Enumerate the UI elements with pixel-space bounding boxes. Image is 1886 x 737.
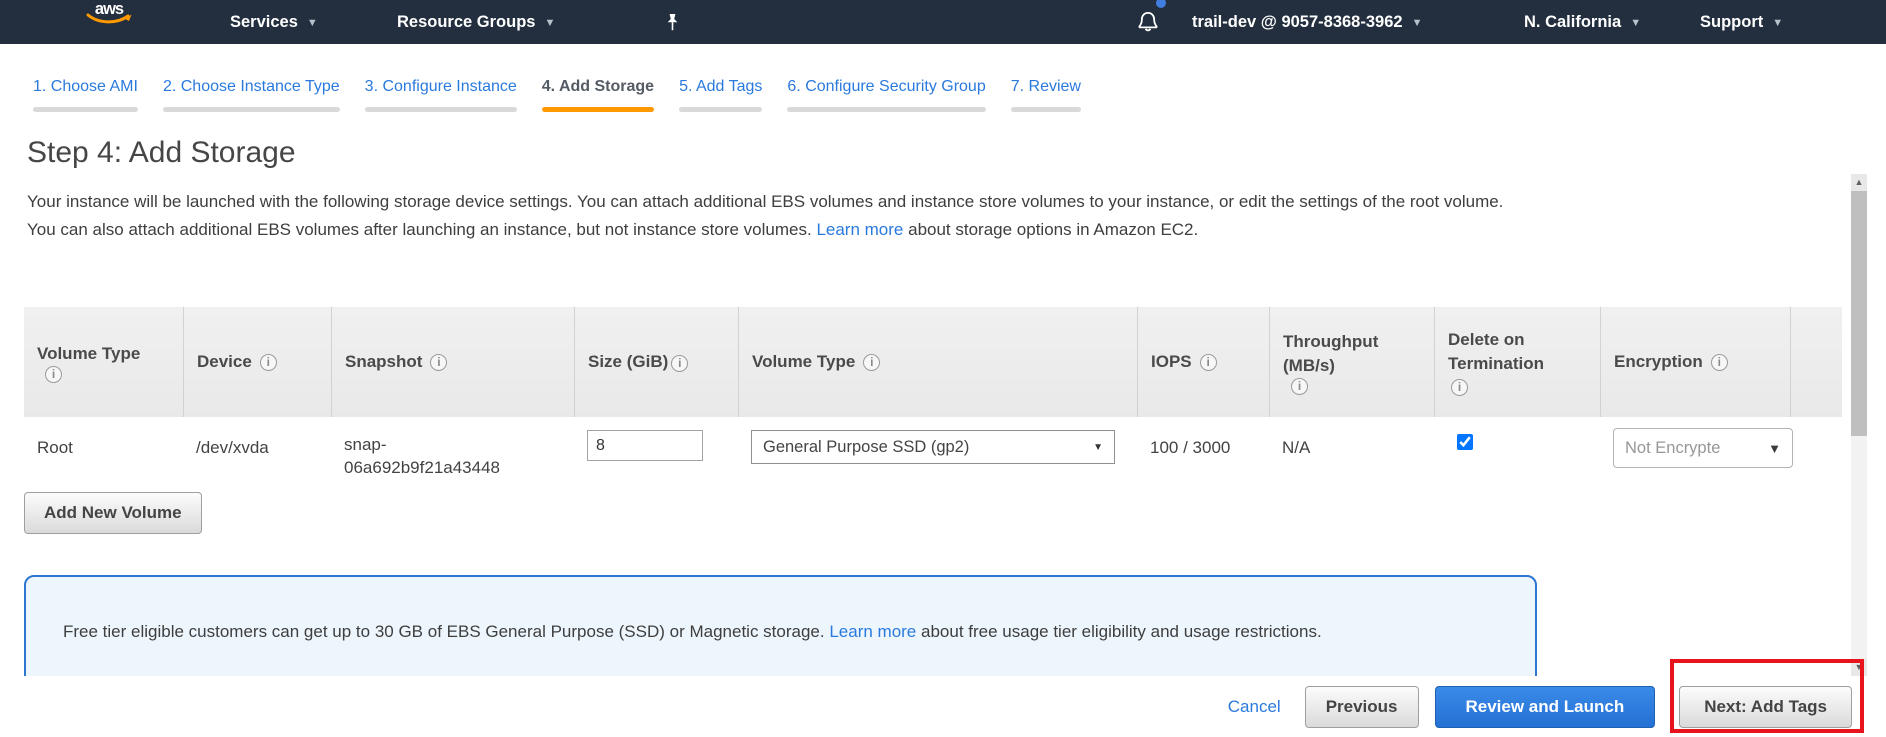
tab-underline xyxy=(787,107,985,112)
select-caret-icon: ▼ xyxy=(1768,441,1781,456)
wizard-footer: Cancel Previous Review and Launch Next: … xyxy=(0,676,1886,737)
add-new-volume-button[interactable]: Add New Volume xyxy=(24,492,202,534)
top-navbar: aws Services ▼ Resource Groups ▼ trail-d… xyxy=(0,0,1886,44)
free-tier-text: Free tier eligible customers can get up … xyxy=(63,622,825,641)
free-tier-text: about free usage tier eligibility and us… xyxy=(921,622,1322,641)
page-description: Your instance will be launched with the … xyxy=(27,188,1527,244)
cell-iops: 100 / 3000 xyxy=(1137,430,1269,489)
aws-logo[interactable]: aws xyxy=(86,0,132,44)
chevron-down-icon: ▼ xyxy=(307,15,318,29)
tab-underline xyxy=(679,107,762,112)
review-and-launch-button[interactable]: Review and Launch xyxy=(1435,686,1656,728)
volume-type-selected-option: General Purpose SSD (gp2) xyxy=(763,438,969,457)
cell-device: /dev/xvda xyxy=(183,430,331,489)
cell-snapshot: snap-06a692b9f21a43448 xyxy=(331,430,574,489)
info-icon[interactable]: i xyxy=(430,354,447,371)
scroll-down-icon[interactable]: ▼ xyxy=(1851,659,1867,676)
select-caret-icon: ▼ xyxy=(1093,442,1103,453)
notification-dot xyxy=(1156,0,1166,8)
cell-volume-type: Root xyxy=(24,430,183,489)
free-tier-learn-more-link[interactable]: Learn more xyxy=(829,622,916,641)
support-menu[interactable]: Support ▼ xyxy=(1700,0,1783,44)
previous-button[interactable]: Previous xyxy=(1305,686,1419,728)
column-header-size: Size (GiB)i xyxy=(574,307,738,417)
learn-more-link[interactable]: Learn more xyxy=(816,220,903,239)
column-header-spacer xyxy=(1790,307,1841,417)
column-header-snapshot: Snapshoti xyxy=(331,307,574,417)
column-header-delete-on-termination: Delete on Terminationi xyxy=(1434,307,1600,417)
tab-choose-instance-type[interactable]: 2. Choose Instance Type xyxy=(158,78,345,112)
cancel-link[interactable]: Cancel xyxy=(1228,697,1281,717)
aws-smile-icon xyxy=(86,13,132,26)
column-header-throughput: Throughput (MB/s)i xyxy=(1269,307,1434,417)
resource-groups-menu[interactable]: Resource Groups ▼ xyxy=(397,0,555,44)
chevron-down-icon: ▼ xyxy=(1772,15,1783,29)
services-label: Services xyxy=(230,13,298,32)
page-title: Step 4: Add Storage xyxy=(27,136,296,170)
chevron-down-icon: ▼ xyxy=(1412,15,1423,29)
wizard-steps: 1. Choose AMI 2. Choose Instance Type 3.… xyxy=(0,44,1886,112)
delete-on-termination-checkbox[interactable] xyxy=(1457,434,1473,450)
cell-size xyxy=(574,430,738,489)
column-header-iops: IOPSi xyxy=(1137,307,1269,417)
pushpin-icon[interactable] xyxy=(664,0,680,44)
region-menu[interactable]: N. California ▼ xyxy=(1524,0,1641,44)
info-icon[interactable]: i xyxy=(260,354,277,371)
notifications-bell[interactable] xyxy=(1136,0,1160,44)
tab-configure-instance[interactable]: 3. Configure Instance xyxy=(360,78,522,112)
encryption-selected-option: Not Encrypte xyxy=(1625,439,1720,458)
description-text: about storage options in Amazon EC2. xyxy=(908,220,1198,239)
tab-underline xyxy=(33,107,138,112)
column-header-volume-type-select: Volume Typei xyxy=(738,307,1137,417)
tab-add-tags[interactable]: 5. Add Tags xyxy=(674,78,767,112)
chevron-down-icon: ▼ xyxy=(1630,15,1641,29)
scroll-up-icon[interactable]: ▲ xyxy=(1851,174,1867,191)
services-menu[interactable]: Services ▼ xyxy=(230,0,318,44)
description-text: Your instance will be launched with the … xyxy=(27,192,1503,239)
region-label: N. California xyxy=(1524,13,1621,32)
encryption-select[interactable]: Not Encrypte ▼ xyxy=(1613,428,1793,468)
support-label: Support xyxy=(1700,13,1763,32)
info-icon[interactable]: i xyxy=(1451,379,1468,396)
resource-groups-label: Resource Groups xyxy=(397,13,535,32)
volume-row: Root /dev/xvda snap-06a692b9f21a43448 Ge… xyxy=(24,417,1842,489)
info-icon[interactable]: i xyxy=(1711,354,1728,371)
account-menu[interactable]: trail-dev @ 9057-8368-3962 ▼ xyxy=(1192,0,1422,44)
chevron-down-icon: ▼ xyxy=(544,15,555,29)
bell-icon xyxy=(1136,9,1160,35)
tab-configure-security-group[interactable]: 6. Configure Security Group xyxy=(782,78,990,112)
tab-choose-ami[interactable]: 1. Choose AMI xyxy=(28,78,143,112)
tab-underline xyxy=(163,107,340,112)
vertical-scrollbar[interactable]: ▲ ▼ xyxy=(1851,174,1867,676)
tab-underline xyxy=(365,107,517,112)
volume-type-select[interactable]: General Purpose SSD (gp2) ▼ xyxy=(751,430,1115,464)
cell-volume-type-select: General Purpose SSD (gp2) ▼ xyxy=(738,430,1137,489)
tab-review[interactable]: 7. Review xyxy=(1006,78,1086,112)
tab-underline xyxy=(1011,107,1081,112)
cell-delete-on-termination xyxy=(1434,430,1600,489)
tab-add-storage[interactable]: 4. Add Storage xyxy=(537,78,659,112)
column-header-encryption: Encryptioni xyxy=(1600,307,1790,417)
next-add-tags-button[interactable]: Next: Add Tags xyxy=(1679,686,1852,728)
info-icon[interactable]: i xyxy=(1200,354,1217,371)
info-icon[interactable]: i xyxy=(1291,378,1308,395)
account-label: trail-dev @ 9057-8368-3962 xyxy=(1192,13,1403,32)
column-header-volume-type: Volume Typei xyxy=(24,307,183,417)
scrollbar-thumb[interactable] xyxy=(1851,191,1867,436)
tab-underline-active xyxy=(542,107,654,112)
size-input[interactable] xyxy=(587,430,703,461)
column-header-device: Devicei xyxy=(183,307,331,417)
table-header-row: Volume Typei Devicei Snapshoti Size (GiB… xyxy=(24,307,1842,417)
storage-table: Volume Typei Devicei Snapshoti Size (GiB… xyxy=(24,307,1842,489)
info-icon[interactable]: i xyxy=(863,354,880,371)
cell-throughput: N/A xyxy=(1269,430,1434,489)
info-icon[interactable]: i xyxy=(45,366,62,383)
cell-encryption: Not Encrypte ▼ xyxy=(1600,430,1790,489)
info-icon[interactable]: i xyxy=(671,355,688,372)
